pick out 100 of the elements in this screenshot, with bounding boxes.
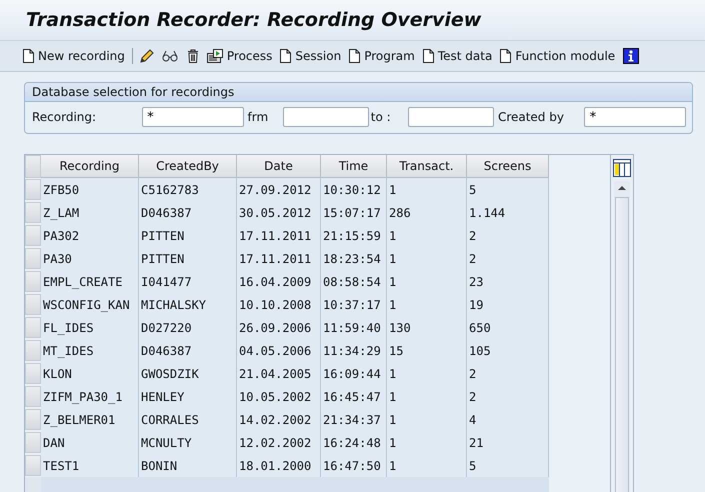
row-selector[interactable] xyxy=(25,455,41,476)
trash-icon xyxy=(186,49,199,63)
table-cell: 21.04.2005 xyxy=(237,362,321,385)
row-selector[interactable] xyxy=(25,271,41,292)
table-cell: FL_IDES xyxy=(41,316,139,339)
table-cell: 23 xyxy=(467,270,549,293)
table-cell: 1 xyxy=(387,431,467,454)
column-header[interactable]: Recording xyxy=(41,155,139,178)
table-cell: 15:07:17 xyxy=(321,201,387,224)
table-cell: 1.144 xyxy=(467,201,549,224)
document-icon xyxy=(349,49,360,63)
table-cell: 15 xyxy=(387,339,467,362)
table-cell: 1 xyxy=(387,408,467,431)
table-cell: TEST1 xyxy=(41,454,139,477)
table-cell: MT_IDES xyxy=(41,339,139,362)
table-cell: 16:45:47 xyxy=(321,385,387,408)
toolbar-button[interactable]: Test data xyxy=(420,47,496,65)
table-cell: 1 xyxy=(387,270,467,293)
execute-icon xyxy=(206,48,223,64)
input-field[interactable]: * xyxy=(142,107,244,127)
table-cell: 19 xyxy=(467,293,549,316)
table-cell: PA302 xyxy=(41,224,139,247)
table-cell: D046387 xyxy=(139,339,237,362)
column-header[interactable]: Transact. xyxy=(387,155,467,178)
toolbar-button[interactable]: Session xyxy=(277,47,344,65)
table-cell: HENLEY xyxy=(139,385,237,408)
column-header[interactable]: Date xyxy=(237,155,321,178)
table-cell: D046387 xyxy=(139,201,237,224)
table-cell: 16:09:44 xyxy=(321,362,387,385)
column-header[interactable]: Time xyxy=(321,155,387,178)
window-title: Transaction Recorder: Recording Overview xyxy=(26,9,482,31)
row-selector[interactable] xyxy=(25,363,41,384)
table-cell: 11:59:40 xyxy=(321,316,387,339)
table-cell: 1 xyxy=(387,224,467,247)
table-cell: 4 xyxy=(467,408,549,431)
column-settings-icon[interactable] xyxy=(613,159,632,177)
table-cell: 10.05.2002 xyxy=(237,385,321,408)
table-cell: ZIFM_PA30_1 xyxy=(41,385,139,408)
table-cell: MICHALSKY xyxy=(139,293,237,316)
table-cell: 21:15:59 xyxy=(321,224,387,247)
row-selector[interactable] xyxy=(25,317,41,338)
table-cell: 1 xyxy=(387,362,467,385)
row-selector[interactable] xyxy=(25,386,41,407)
row-selector[interactable] xyxy=(25,432,41,453)
table-cell: 27.09.2012 xyxy=(237,178,321,201)
input-field[interactable] xyxy=(408,107,494,127)
table-cell: 105 xyxy=(467,339,549,362)
scrollbar[interactable] xyxy=(614,181,630,492)
toolbar-button[interactable]: New recording xyxy=(20,47,128,65)
row-selector[interactable] xyxy=(25,225,41,246)
table-cell: EMPL_CREATE xyxy=(41,270,139,293)
process-button[interactable]: Process xyxy=(204,46,276,66)
table-cell: 2 xyxy=(467,224,549,247)
table-cell: 5 xyxy=(467,454,549,477)
toolbar-button[interactable]: Function module xyxy=(497,47,618,65)
table-cell: MCNULTY xyxy=(139,431,237,454)
document-icon xyxy=(422,49,434,63)
toolbar-button[interactable]: Program xyxy=(346,47,418,65)
table-cell: 1 xyxy=(387,178,467,201)
table-cell: 2 xyxy=(467,247,549,270)
table-cell: 10.10.2008 xyxy=(237,293,321,316)
row-selector[interactable] xyxy=(25,340,41,361)
table-cell: Z_LAM xyxy=(41,201,139,224)
table-cell: PITTEN xyxy=(139,247,237,270)
input-field[interactable] xyxy=(282,107,369,127)
row-selector[interactable] xyxy=(25,294,41,315)
table-cell: 2 xyxy=(467,362,549,385)
table-cell: 1 xyxy=(387,247,467,270)
table-cell: 130 xyxy=(387,316,467,339)
table-cell: PITTEN xyxy=(139,224,237,247)
field-label: to : xyxy=(370,110,392,124)
table-cell: D027220 xyxy=(139,316,237,339)
row-selector[interactable] xyxy=(25,202,41,223)
field-label: Recording: xyxy=(32,110,98,124)
column-header[interactable]: Screens xyxy=(467,155,549,178)
info-icon xyxy=(623,48,640,64)
table-cell: 16.04.2009 xyxy=(237,270,321,293)
table-cell: 10:30:12 xyxy=(321,178,387,201)
scroll-thumb[interactable] xyxy=(615,197,630,492)
table-cell: 650 xyxy=(467,316,549,339)
table-cell: WSCONFIG_KAN xyxy=(41,293,139,316)
select-all-button[interactable] xyxy=(25,155,41,178)
row-selector[interactable] xyxy=(25,409,41,430)
table-cell: 17.11.2011 xyxy=(237,224,321,247)
column-header[interactable]: CreatedBy xyxy=(139,155,237,178)
table-cell: KLON xyxy=(41,362,139,385)
table-cell: BONIN xyxy=(139,454,237,477)
table-cell: DAN xyxy=(41,431,139,454)
table-cell: 08:58:54 xyxy=(321,270,387,293)
table-cell: I041477 xyxy=(139,270,237,293)
glasses-icon xyxy=(162,50,179,62)
input-field[interactable]: * xyxy=(584,107,686,127)
table-cell: 18:23:54 xyxy=(321,247,387,270)
table-cell: 1 xyxy=(387,454,467,477)
table-cell: 04.05.2006 xyxy=(237,339,321,362)
table-cell: 17.11.2011 xyxy=(237,247,321,270)
row-selector[interactable] xyxy=(25,179,41,200)
table-cell: 16:47:50 xyxy=(321,454,387,477)
row-selector[interactable] xyxy=(25,248,41,269)
table-cell: 11:34:29 xyxy=(321,339,387,362)
